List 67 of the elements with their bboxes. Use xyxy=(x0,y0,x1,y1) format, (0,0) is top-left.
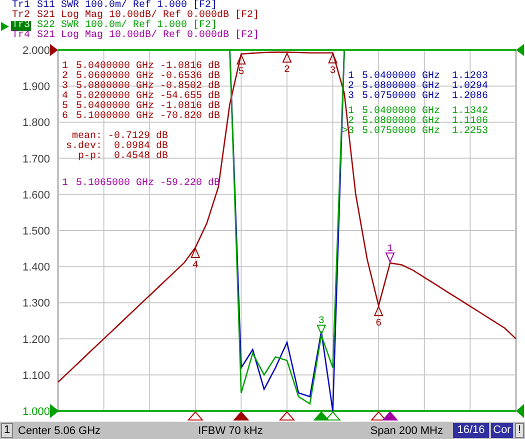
axis-tick-label: 1.500 xyxy=(22,226,50,238)
marker-number: 2 xyxy=(348,117,354,127)
trace-settings-label: S11 SWR 100.0m/ Ref 1.000 [F2] xyxy=(37,1,218,11)
averaging-indicator: 16/16 xyxy=(453,423,489,438)
marker-number: 3 xyxy=(60,82,68,92)
marker-readout: 5.1000000 GHz -70.820 dB xyxy=(76,112,220,122)
marker-number: 3 xyxy=(318,316,324,328)
axis-tick-label: 1.100 xyxy=(22,370,50,382)
marker-number: 5 xyxy=(238,66,244,78)
axis-tick-label: 1.900 xyxy=(22,81,50,94)
trace-tab[interactable]: Tr3 xyxy=(11,21,32,31)
trace-settings-label: S21 Log Mag 10.00dB/ Ref 0.000dB [F2] xyxy=(37,11,260,21)
marker-number: 1 xyxy=(346,72,354,82)
axis-tick-label: 1.000 xyxy=(22,406,50,418)
marker-number: 6 xyxy=(60,112,68,122)
marker-number: 6 xyxy=(376,318,382,330)
axis-tick-label: 1.700 xyxy=(22,153,50,166)
marker-number: 4 xyxy=(192,260,198,272)
marker-number: 3 xyxy=(346,92,354,102)
marker-readout: 5.0400000 GHz 1.1203 xyxy=(362,72,488,82)
marker-readout: 5.0600000 GHz -0.6536 dB xyxy=(76,72,220,82)
statistic-value: 0.4548 dB xyxy=(113,152,170,162)
marker-number: 5 xyxy=(60,102,68,112)
axis-tick-label: 1.400 xyxy=(22,262,50,274)
trace-settings-label: S22 SWR 100.0m/ Ref 1.000 [F2] xyxy=(37,21,218,31)
marker-number: 1 xyxy=(60,62,68,72)
reference-level-icon xyxy=(516,44,524,56)
marker-readout: 5.0800000 GHz -0.8502 dB xyxy=(76,82,220,92)
axis-tick-label: 2.000 xyxy=(22,45,50,57)
span-label: Span 200 MHz xyxy=(369,424,444,436)
statistic-label: s.dev: xyxy=(64,142,102,152)
axis-tick-label: 1.300 xyxy=(22,298,50,310)
marker-number: 2 xyxy=(60,72,68,82)
marker-number: 1 xyxy=(60,179,68,189)
marker-number: 3 xyxy=(330,66,336,77)
statistic-label: mean: xyxy=(72,132,102,142)
marker-readout: 5.0800000 GHz 1.1106 xyxy=(362,117,488,127)
marker-number: 1 xyxy=(346,107,354,117)
correction-indicator: Cor xyxy=(491,423,513,438)
trace-settings-label: S21 Log Mag 10.00dB/ Ref 0.000dB [F2] xyxy=(37,31,260,41)
marker-readout: 5.0400000 GHz 1.1342 xyxy=(362,107,488,117)
marker-readout: 5.0750000 GHz 1.2086 xyxy=(362,92,488,102)
marker-number: 2 xyxy=(284,65,290,76)
trace-tab[interactable]: Tr4 xyxy=(11,31,32,41)
reference-level-icon xyxy=(516,404,524,418)
marker-readout: 5.0200000 GHz -54.655 dB xyxy=(76,92,220,102)
statistic-value: -0.7129 dB xyxy=(108,132,170,142)
reference-level-icon xyxy=(50,404,59,418)
center-frequency-label: Center 5.06 GHz xyxy=(17,424,102,436)
trace-tab[interactable]: Tr1 xyxy=(11,1,32,11)
marker-number: 1 xyxy=(387,244,394,255)
marker-readout: 5.0400000 GHz -1.0816 dB xyxy=(76,102,220,112)
axis-tick-label: 1.200 xyxy=(22,334,50,346)
trace-tab[interactable]: Tr2 xyxy=(11,11,32,21)
axis-tick-label: 1.600 xyxy=(22,189,50,202)
channel-indicator: 1 xyxy=(1,423,13,438)
marker-number: 4 xyxy=(60,92,68,102)
marker-readout: 5.0750000 GHz 1.2253 xyxy=(362,127,488,137)
reference-level-icon xyxy=(50,44,58,56)
statistic-value: 0.0984 dB xyxy=(113,142,170,152)
marker-readout: 5.0400000 GHz -1.0816 dB xyxy=(76,62,220,72)
warning-indicator: ! xyxy=(515,423,524,438)
statistic-label: p-p: xyxy=(76,152,102,162)
marker-number: 2 xyxy=(346,82,354,92)
ifbw-label: IFBW 70 kHz xyxy=(197,424,264,436)
marker-readout: 5.0800000 GHz 1.0294 xyxy=(362,82,488,92)
axis-tick-label: 1.800 xyxy=(22,117,50,130)
